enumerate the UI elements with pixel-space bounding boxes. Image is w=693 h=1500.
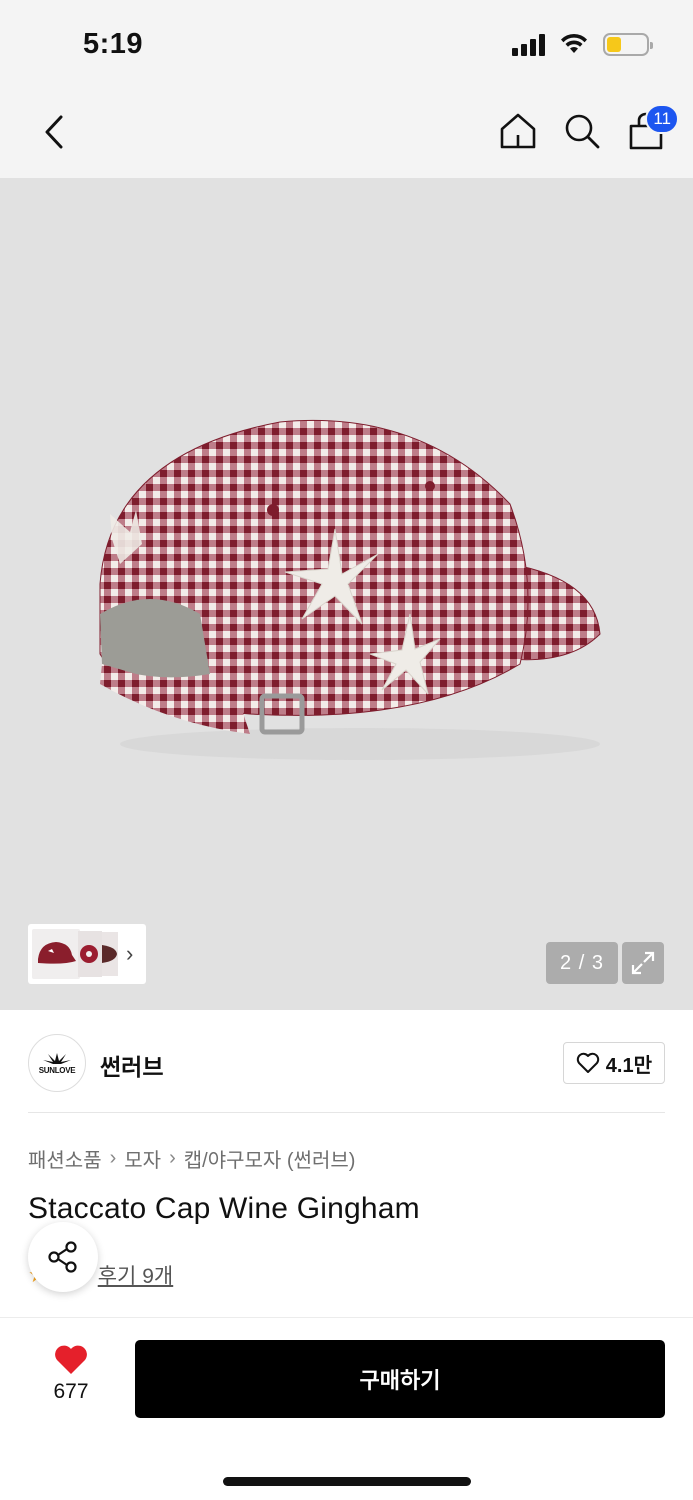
- expand-icon: [631, 951, 655, 975]
- share-icon: [48, 1241, 77, 1273]
- navigation-bar: 11: [0, 88, 693, 178]
- product-title: Staccato Cap Wine Gingham: [28, 1192, 420, 1225]
- wifi-icon: [561, 33, 587, 53]
- divider: [28, 1112, 665, 1113]
- heart-filled-icon: [55, 1345, 87, 1374]
- brand-name[interactable]: 썬러브: [100, 1048, 163, 1082]
- thumbnail-3[interactable]: [102, 932, 118, 976]
- expand-image-button[interactable]: [622, 942, 664, 984]
- breadcrumb: 패션소품 › 모자 › 캡/야구모자 (썬러브): [28, 1144, 355, 1173]
- review-link[interactable]: 후기 9개: [98, 1260, 173, 1290]
- brand-like-count: 4.1만: [605, 1054, 652, 1077]
- cellular-signal-icon: [512, 32, 545, 56]
- wishlist-button[interactable]: 677: [36, 1344, 106, 1404]
- chevron-right-icon: ›: [109, 1147, 117, 1169]
- home-button[interactable]: [497, 108, 539, 154]
- search-icon: [565, 114, 600, 149]
- cart-count-badge: 11: [645, 104, 679, 134]
- sun-logo-icon: [43, 1053, 71, 1064]
- buy-button[interactable]: 구매하기: [135, 1340, 665, 1418]
- home-icon: [500, 113, 536, 149]
- wishlist-count: 677: [53, 1380, 89, 1403]
- product-image: [99, 419, 601, 760]
- status-icons: [512, 32, 653, 56]
- image-page-counter: 2 / 3: [546, 942, 618, 984]
- status-bar: 5:19: [0, 0, 693, 88]
- thumbnail-2[interactable]: [78, 931, 102, 977]
- cart-button[interactable]: 11: [625, 104, 679, 154]
- heart-outline-icon: [576, 1052, 599, 1073]
- breadcrumb-item[interactable]: 모자: [124, 1144, 161, 1173]
- home-indicator: [223, 1477, 471, 1486]
- breadcrumb-item[interactable]: 캡/야구모자 (썬러브): [184, 1144, 356, 1173]
- back-icon: [45, 115, 63, 149]
- battery-icon: [603, 32, 653, 56]
- search-button[interactable]: [561, 108, 603, 154]
- chevron-right-icon: ›: [169, 1147, 176, 1169]
- cap-thumbnail-image: [102, 945, 117, 963]
- thumbnail-strip[interactable]: ›: [28, 924, 146, 984]
- status-time: 5:19: [83, 28, 144, 60]
- product-image-gallery[interactable]: › 2 / 3: [0, 178, 693, 1010]
- breadcrumb-item[interactable]: 패션소품: [28, 1144, 102, 1173]
- share-button[interactable]: [28, 1222, 98, 1292]
- brand-logo-text: SUNLOVE: [38, 1066, 76, 1075]
- brand-logo[interactable]: SUNLOVE: [28, 1034, 86, 1092]
- brand-like-button[interactable]: 4.1만: [562, 1042, 665, 1084]
- back-button[interactable]: [34, 110, 74, 154]
- brand-row: SUNLOVE 썬러브 4.1만: [28, 1034, 665, 1092]
- nav-actions: 11: [497, 104, 679, 154]
- cap-thumbnail-image: [80, 945, 98, 963]
- cap-thumbnail-image: [38, 942, 76, 964]
- thumbnail-next-icon[interactable]: ›: [126, 941, 133, 967]
- thumbnail-1[interactable]: [32, 929, 80, 979]
- bottom-action-bar: 677 구매하기: [0, 1317, 693, 1500]
